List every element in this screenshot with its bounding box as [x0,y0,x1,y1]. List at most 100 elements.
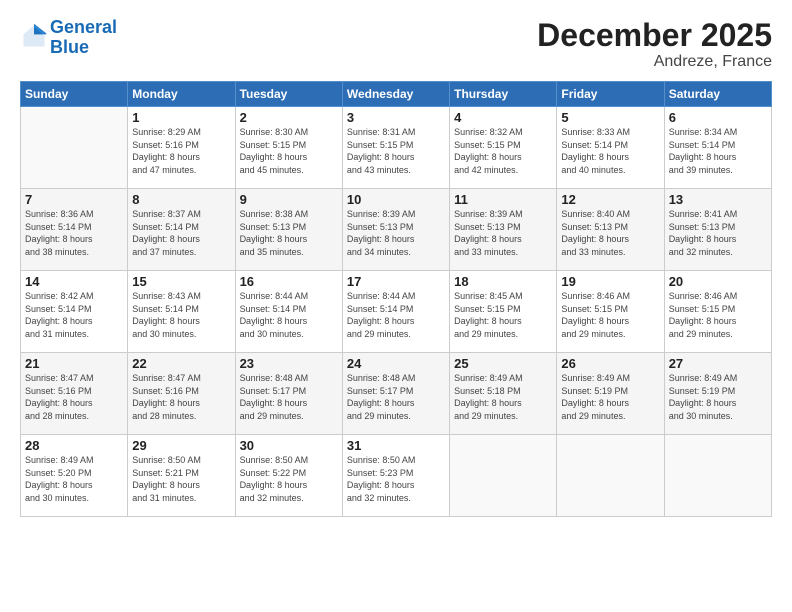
day-number: 31 [347,438,445,453]
day-number: 29 [132,438,230,453]
day-info: Sunrise: 8:32 AM Sunset: 5:15 PM Dayligh… [454,126,552,176]
day-info: Sunrise: 8:49 AM Sunset: 5:19 PM Dayligh… [669,372,767,422]
logo-text: General Blue [50,18,117,58]
table-row: 13Sunrise: 8:41 AM Sunset: 5:13 PM Dayli… [664,189,771,271]
table-row: 19Sunrise: 8:46 AM Sunset: 5:15 PM Dayli… [557,271,664,353]
day-number: 13 [669,192,767,207]
table-row: 30Sunrise: 8:50 AM Sunset: 5:22 PM Dayli… [235,435,342,517]
day-info: Sunrise: 8:33 AM Sunset: 5:14 PM Dayligh… [561,126,659,176]
day-info: Sunrise: 8:34 AM Sunset: 5:14 PM Dayligh… [669,126,767,176]
day-number: 10 [347,192,445,207]
calendar-title: December 2025 [537,18,772,53]
day-info: Sunrise: 8:37 AM Sunset: 5:14 PM Dayligh… [132,208,230,258]
day-number: 24 [347,356,445,371]
day-number: 2 [240,110,338,125]
day-info: Sunrise: 8:45 AM Sunset: 5:15 PM Dayligh… [454,290,552,340]
day-info: Sunrise: 8:31 AM Sunset: 5:15 PM Dayligh… [347,126,445,176]
col-saturday: Saturday [664,82,771,107]
day-info: Sunrise: 8:36 AM Sunset: 5:14 PM Dayligh… [25,208,123,258]
table-row [21,107,128,189]
day-info: Sunrise: 8:47 AM Sunset: 5:16 PM Dayligh… [132,372,230,422]
calendar-week-row: 1Sunrise: 8:29 AM Sunset: 5:16 PM Daylig… [21,107,772,189]
day-number: 27 [669,356,767,371]
day-info: Sunrise: 8:40 AM Sunset: 5:13 PM Dayligh… [561,208,659,258]
table-row: 6Sunrise: 8:34 AM Sunset: 5:14 PM Daylig… [664,107,771,189]
day-number: 18 [454,274,552,289]
col-thursday: Thursday [450,82,557,107]
day-number: 7 [25,192,123,207]
col-wednesday: Wednesday [342,82,449,107]
day-number: 8 [132,192,230,207]
table-row: 17Sunrise: 8:44 AM Sunset: 5:14 PM Dayli… [342,271,449,353]
day-number: 20 [669,274,767,289]
table-row: 31Sunrise: 8:50 AM Sunset: 5:23 PM Dayli… [342,435,449,517]
table-row: 21Sunrise: 8:47 AM Sunset: 5:16 PM Dayli… [21,353,128,435]
table-row [557,435,664,517]
table-row: 16Sunrise: 8:44 AM Sunset: 5:14 PM Dayli… [235,271,342,353]
day-number: 25 [454,356,552,371]
table-row: 2Sunrise: 8:30 AM Sunset: 5:15 PM Daylig… [235,107,342,189]
table-row: 18Sunrise: 8:45 AM Sunset: 5:15 PM Dayli… [450,271,557,353]
table-row: 20Sunrise: 8:46 AM Sunset: 5:15 PM Dayli… [664,271,771,353]
day-info: Sunrise: 8:43 AM Sunset: 5:14 PM Dayligh… [132,290,230,340]
calendar-week-row: 7Sunrise: 8:36 AM Sunset: 5:14 PM Daylig… [21,189,772,271]
day-number: 11 [454,192,552,207]
day-number: 3 [347,110,445,125]
day-info: Sunrise: 8:44 AM Sunset: 5:14 PM Dayligh… [240,290,338,340]
day-number: 1 [132,110,230,125]
table-row: 4Sunrise: 8:32 AM Sunset: 5:15 PM Daylig… [450,107,557,189]
day-number: 17 [347,274,445,289]
day-number: 4 [454,110,552,125]
day-number: 15 [132,274,230,289]
day-number: 16 [240,274,338,289]
table-row: 15Sunrise: 8:43 AM Sunset: 5:14 PM Dayli… [128,271,235,353]
day-number: 12 [561,192,659,207]
day-info: Sunrise: 8:30 AM Sunset: 5:15 PM Dayligh… [240,126,338,176]
col-sunday: Sunday [21,82,128,107]
table-row: 3Sunrise: 8:31 AM Sunset: 5:15 PM Daylig… [342,107,449,189]
table-row [664,435,771,517]
day-info: Sunrise: 8:46 AM Sunset: 5:15 PM Dayligh… [669,290,767,340]
day-info: Sunrise: 8:49 AM Sunset: 5:19 PM Dayligh… [561,372,659,422]
day-number: 21 [25,356,123,371]
table-row: 22Sunrise: 8:47 AM Sunset: 5:16 PM Dayli… [128,353,235,435]
table-row: 7Sunrise: 8:36 AM Sunset: 5:14 PM Daylig… [21,189,128,271]
day-number: 23 [240,356,338,371]
table-row: 11Sunrise: 8:39 AM Sunset: 5:13 PM Dayli… [450,189,557,271]
col-tuesday: Tuesday [235,82,342,107]
table-row: 28Sunrise: 8:49 AM Sunset: 5:20 PM Dayli… [21,435,128,517]
logo-line1: General [50,17,117,37]
calendar-table: Sunday Monday Tuesday Wednesday Thursday… [20,81,772,517]
day-number: 9 [240,192,338,207]
day-info: Sunrise: 8:49 AM Sunset: 5:20 PM Dayligh… [25,454,123,504]
col-friday: Friday [557,82,664,107]
table-row: 24Sunrise: 8:48 AM Sunset: 5:17 PM Dayli… [342,353,449,435]
col-monday: Monday [128,82,235,107]
day-info: Sunrise: 8:49 AM Sunset: 5:18 PM Dayligh… [454,372,552,422]
day-number: 22 [132,356,230,371]
calendar-week-row: 21 Sunrise: 8:47 AM Sunset: 5:16 PM Dayli… [21,353,772,435]
day-info: Sunrise: 8:42 AM Sunset: 5:14 PM Dayligh… [25,290,123,340]
table-row: 10Sunrise: 8:39 AM Sunset: 5:13 PM Dayli… [342,189,449,271]
table-row: 26Sunrise: 8:49 AM Sunset: 5:19 PM Dayli… [557,353,664,435]
table-row: 1Sunrise: 8:29 AM Sunset: 5:16 PM Daylig… [128,107,235,189]
day-info: Sunrise: 8:48 AM Sunset: 5:17 PM Dayligh… [240,372,338,422]
day-info: Sunrise: 8:41 AM Sunset: 5:13 PM Dayligh… [669,208,767,258]
day-info: Sunrise: 8:48 AM Sunset: 5:17 PM Dayligh… [347,372,445,422]
logo-line2: Blue [50,37,89,57]
table-row: 8Sunrise: 8:37 AM Sunset: 5:14 PM Daylig… [128,189,235,271]
table-row: 27Sunrise: 8:49 AM Sunset: 5:19 PM Dayli… [664,353,771,435]
day-info: Sunrise: 8:44 AM Sunset: 5:14 PM Dayligh… [347,290,445,340]
day-number: 5 [561,110,659,125]
logo-icon [20,22,48,50]
table-row: 14Sunrise: 8:42 AM Sunset: 5:14 PM Dayli… [21,271,128,353]
calendar-header-row: Sunday Monday Tuesday Wednesday Thursday… [21,82,772,107]
table-row [450,435,557,517]
day-number: 30 [240,438,338,453]
page: General Blue December 2025 Andreze, Fran… [0,0,792,612]
table-row: 9Sunrise: 8:38 AM Sunset: 5:13 PM Daylig… [235,189,342,271]
day-info: Sunrise: 8:29 AM Sunset: 5:16 PM Dayligh… [132,126,230,176]
title-block: December 2025 Andreze, France [537,18,772,71]
day-info: Sunrise: 8:46 AM Sunset: 5:15 PM Dayligh… [561,290,659,340]
table-row: 29Sunrise: 8:50 AM Sunset: 5:21 PM Dayli… [128,435,235,517]
